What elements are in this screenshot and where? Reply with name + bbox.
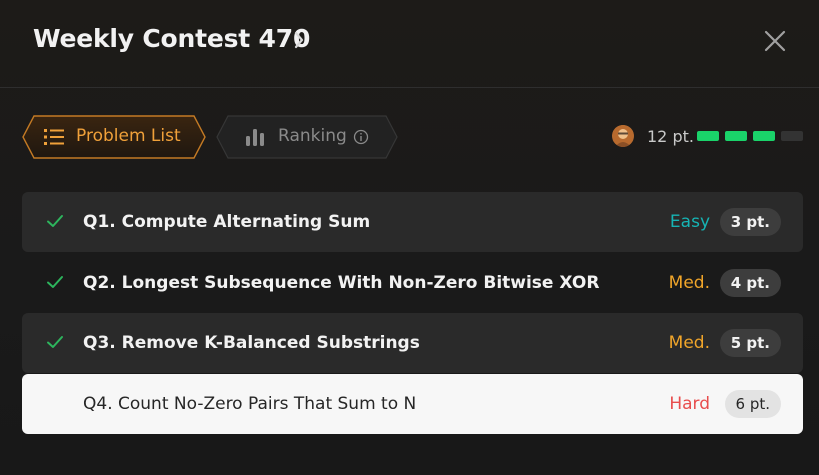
progress-segment [697,131,719,141]
panel-header: Weekly Contest 470 [0,0,819,88]
tab-problem-list[interactable]: Problem List [22,115,206,159]
list-icon [44,129,64,145]
points-badge: 4 pt. [719,269,781,297]
difficulty-label: Med. [668,333,710,353]
problem-row-q3[interactable]: Q3. Remove K-Balanced Substrings Med. 5 … [22,313,803,373]
check-icon [47,276,63,288]
difficulty-label: Easy [669,212,710,232]
points-badge: 3 pt. [719,208,781,236]
problem-row-q1[interactable]: Q1. Compute Alternating Sum Easy 3 pt. [22,192,803,252]
score-points: 12 pt. [647,127,694,146]
tab-ranking-label: Ranking [278,126,347,146]
close-icon[interactable] [762,28,788,54]
problem-title: Q4. Count No-Zero Pairs That Sum to N [83,394,417,414]
chevron-right-icon[interactable] [293,30,305,50]
info-icon[interactable] [353,129,369,145]
difficulty-label: Med. [668,273,710,293]
tab-ranking[interactable]: Ranking [216,115,398,159]
contest-title[interactable]: Weekly Contest 470 [33,24,310,53]
problem-row-q2[interactable]: Q2. Longest Subsequence With Non-Zero Bi… [22,253,803,313]
progress-segment [781,131,803,141]
bar-chart-icon [246,129,264,146]
avatar[interactable] [612,125,634,147]
problem-title: Q1. Compute Alternating Sum [83,212,371,232]
points-badge: 6 pt. [724,390,781,418]
progress-segment [725,131,747,141]
problem-row-q4[interactable]: Q4. Count No-Zero Pairs That Sum to N Ha… [22,374,803,434]
problem-title: Q3. Remove K-Balanced Substrings [83,333,420,353]
check-icon [47,215,63,227]
check-icon [47,336,63,348]
tab-problem-list-label: Problem List [76,126,181,146]
contest-panel: Weekly Contest 470 Problem List Ranking … [0,0,819,475]
points-badge: 5 pt. [719,329,781,357]
score-progress-bar [697,131,803,142]
problem-title: Q2. Longest Subsequence With Non-Zero Bi… [83,273,600,293]
difficulty-label: Hard [669,394,710,414]
progress-segment [753,131,775,141]
